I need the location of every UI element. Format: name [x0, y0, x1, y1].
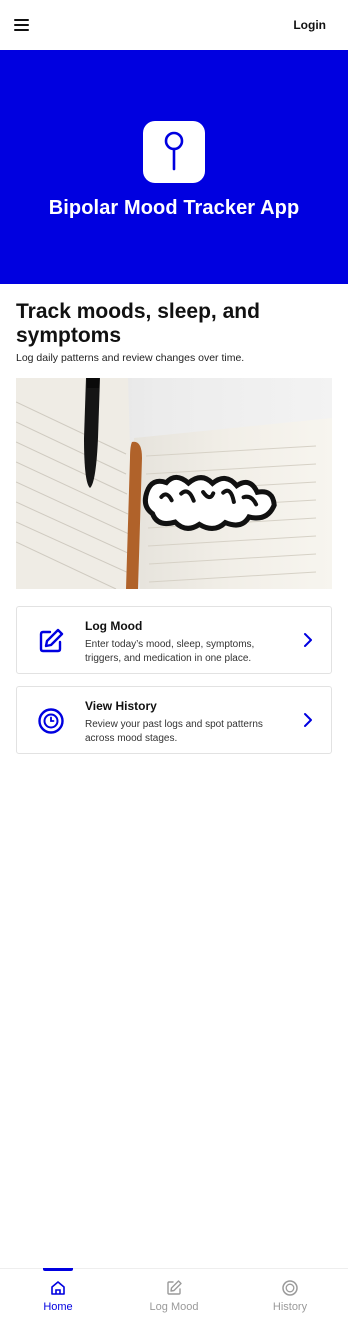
app-title: Bipolar Mood Tracker App [48, 197, 300, 219]
card-title: View History [85, 699, 157, 713]
page-subheading: Log daily patterns and review changes ov… [16, 352, 245, 364]
card-title: Log Mood [85, 619, 143, 633]
clock-history-icon [38, 708, 64, 734]
home-icon [51, 1281, 65, 1295]
log-mood-card[interactable]: Log Mood Enter today’s mood, sleep, symp… [16, 606, 332, 674]
active-indicator [43, 1268, 73, 1271]
nav-label: Home [43, 1301, 73, 1313]
hamburger-menu-icon[interactable] [14, 13, 38, 37]
top-bar: Login [0, 0, 348, 50]
nav-item-log-mood[interactable]: Log Mood [116, 1269, 232, 1336]
nav-item-history[interactable]: History [232, 1269, 348, 1336]
nav-label: History [272, 1301, 308, 1313]
nav-label: Log Mood [149, 1301, 199, 1313]
chevron-right-icon [304, 633, 312, 647]
chevron-right-icon [304, 713, 312, 727]
card-description: Enter today’s mood, sleep, symptoms, tri… [85, 639, 255, 664]
bottom-navigation: Home Log Mood History [0, 1268, 348, 1336]
edit-icon [39, 628, 64, 653]
nav-item-home[interactable]: Home [0, 1268, 116, 1336]
edit-icon [167, 1280, 182, 1295]
page-heading: Track moods, sleep, and symptoms [16, 300, 260, 347]
app-logo [143, 121, 205, 183]
pin-icon [164, 131, 184, 171]
card-description: Review your past logs and spot patterns … [85, 719, 263, 744]
history-icon [282, 1280, 298, 1296]
hero-photo [16, 378, 332, 589]
hero-banner: Bipolar Mood Tracker App [0, 50, 348, 284]
view-history-card[interactable]: View History Review your past logs and s… [16, 686, 332, 754]
login-button[interactable]: Login [293, 18, 326, 32]
